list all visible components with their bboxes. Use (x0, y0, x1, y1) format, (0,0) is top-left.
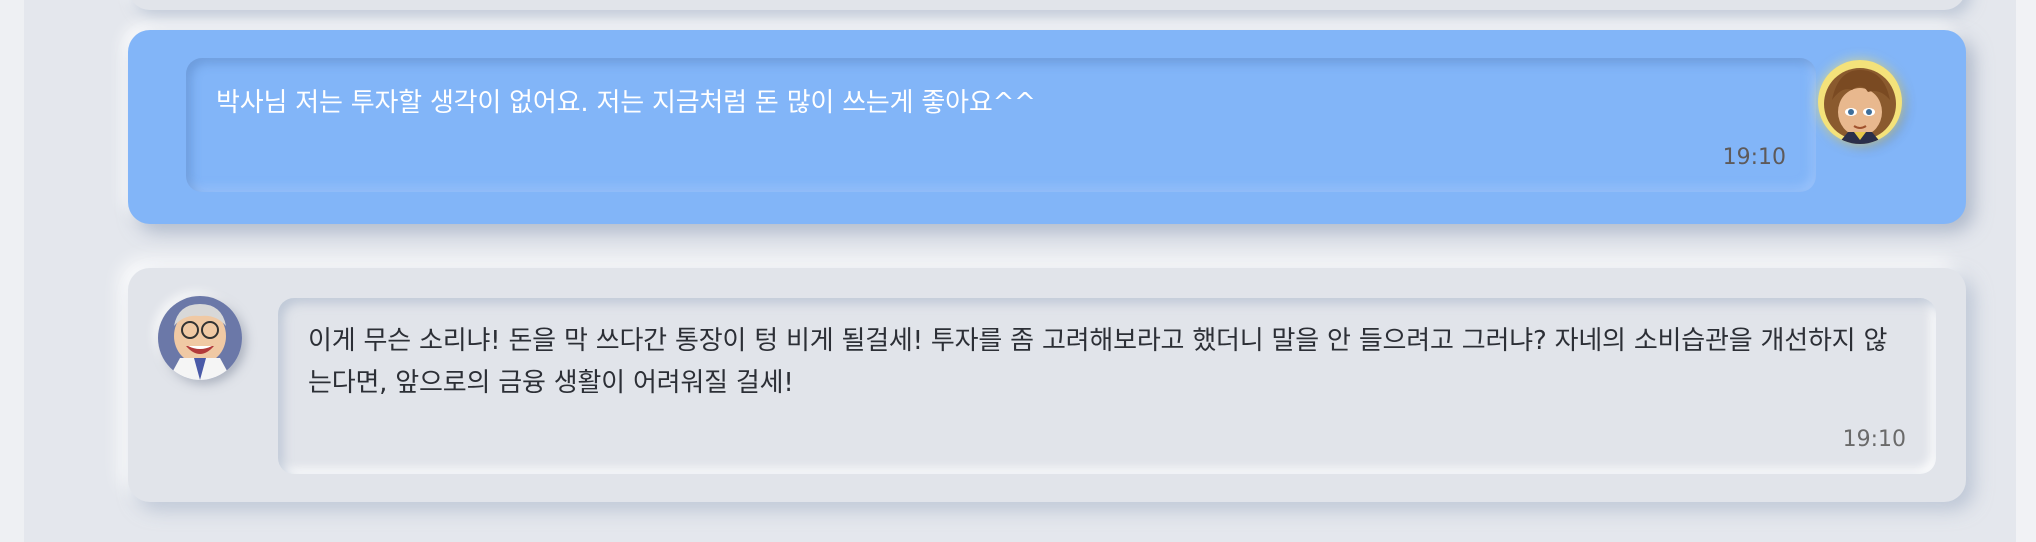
user-message-card: 박사님 저는 투자할 생각이 없어요. 저는 지금처럼 돈 많이 쓰는게 좋아요… (128, 30, 1966, 224)
chat-message-list[interactable]: 박사님 저는 투자할 생각이 없어요. 저는 지금처럼 돈 많이 쓰는게 좋아요… (24, 0, 2016, 542)
left-rail (0, 0, 24, 542)
professor-avatar-icon[interactable] (158, 296, 242, 380)
scrollbar-track[interactable] (2016, 0, 2036, 542)
user-message-time: 19:10 (1722, 145, 1786, 170)
assistant-message-time: 19:10 (1842, 427, 1906, 452)
user-avatar-icon[interactable] (1818, 60, 1902, 144)
user-message-bubble: 박사님 저는 투자할 생각이 없어요. 저는 지금처럼 돈 많이 쓰는게 좋아요… (186, 58, 1816, 192)
assistant-message-card: 이게 무슨 소리냐! 돈을 막 쓰다간 통장이 텅 비게 될걸세! 투자를 좀 … (128, 268, 1966, 502)
assistant-message-text: 이게 무슨 소리냐! 돈을 막 쓰다간 통장이 텅 비게 될걸세! 투자를 좀 … (308, 326, 1888, 398)
user-message-text: 박사님 저는 투자할 생각이 없어요. 저는 지금처럼 돈 많이 쓰는게 좋아요… (216, 88, 1036, 118)
previous-message-card (128, 0, 1966, 10)
assistant-message-bubble: 이게 무슨 소리냐! 돈을 막 쓰다간 통장이 텅 비게 될걸세! 투자를 좀 … (278, 298, 1936, 474)
